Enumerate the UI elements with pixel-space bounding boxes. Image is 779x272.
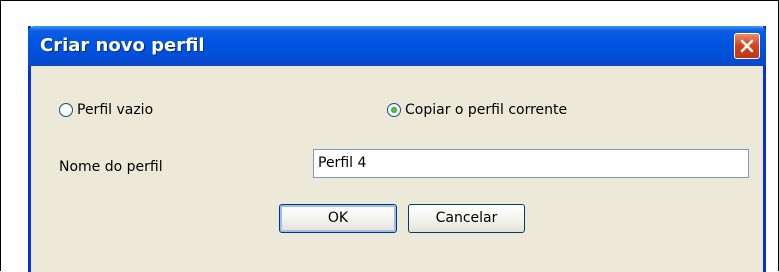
radio-copy-profile-label: Copiar o perfil corrente <box>405 102 568 118</box>
radio-copy-profile-circle[interactable] <box>387 103 401 117</box>
create-profile-dialog: Criar novo perfil Perfil vazio Copiar o … <box>28 26 766 272</box>
profile-name-input[interactable]: Perfil 4 <box>313 149 749 178</box>
radio-selected-dot <box>391 107 397 113</box>
close-button[interactable] <box>734 33 760 59</box>
ok-button[interactable]: OK <box>279 204 397 233</box>
radio-empty-profile-circle[interactable] <box>59 103 73 117</box>
radio-copy-profile[interactable]: Copiar o perfil corrente <box>387 102 567 118</box>
radio-empty-profile[interactable]: Perfil vazio <box>59 102 153 118</box>
close-icon <box>740 39 754 53</box>
profile-name-label: Nome do perfil <box>59 159 163 175</box>
dialog-title: Criar novo perfil <box>40 35 205 56</box>
dialog-titlebar: Criar novo perfil <box>28 26 766 66</box>
radio-empty-profile-label: Perfil vazio <box>77 102 154 118</box>
cancel-button[interactable]: Cancelar <box>408 204 525 233</box>
